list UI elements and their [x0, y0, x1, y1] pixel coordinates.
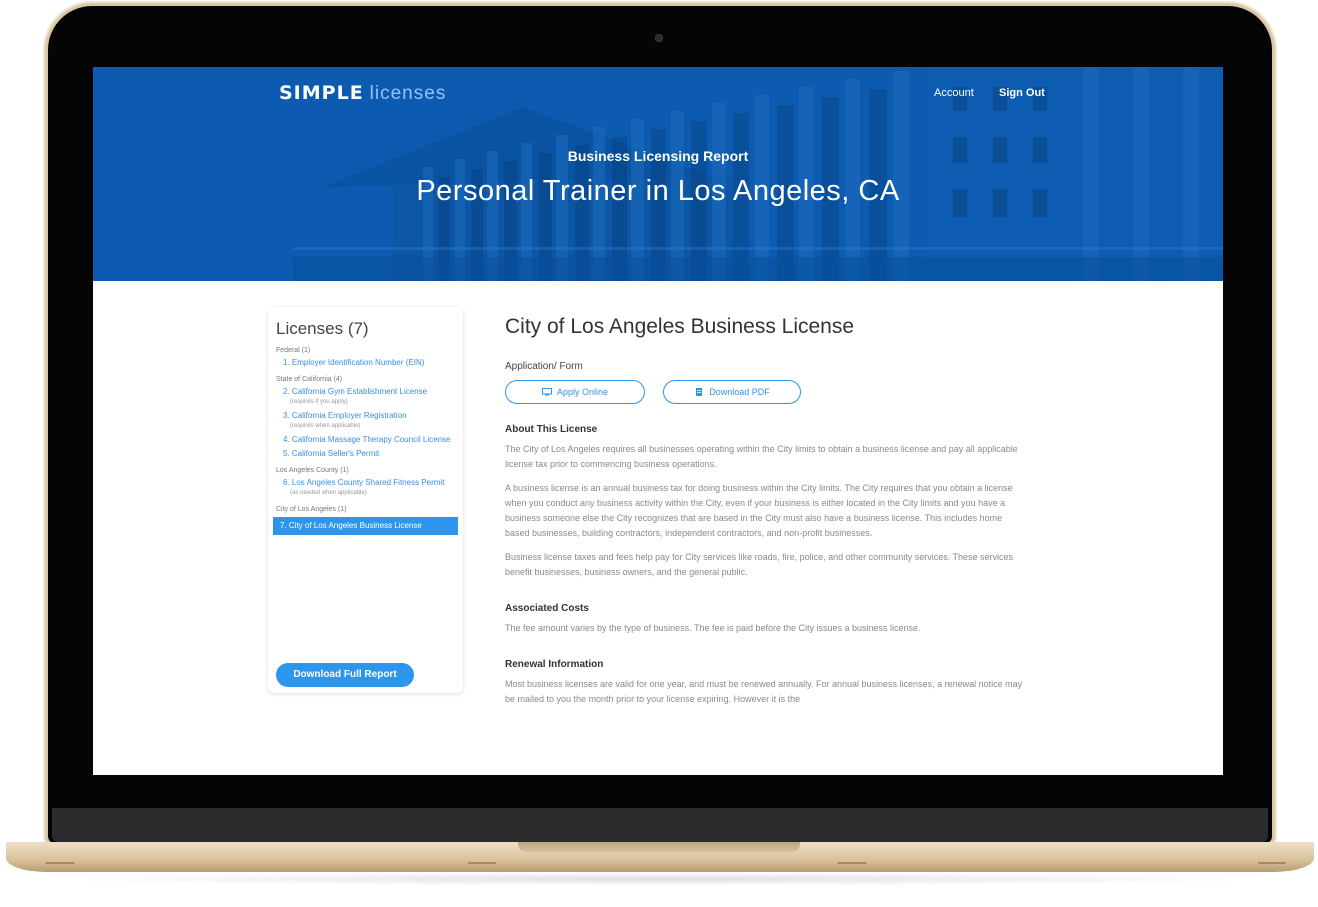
laptop-foot-mid-left [468, 862, 496, 864]
laptop-foot-left [46, 862, 74, 864]
sidebar-group-county: Los Angeles County (1) [276, 467, 349, 474]
about-paragraph-1: The City of Los Angeles requires all bus… [505, 444, 1018, 469]
download-pdf-label: Download PDF [709, 387, 770, 397]
logo-wordmark-light: licenses [369, 83, 447, 104]
monitor-icon [541, 388, 552, 396]
laptop-screen: SIMPLE licenses Account Sign Out Business… [93, 67, 1223, 775]
sidebar-item-ein[interactable]: 1. Employer Identification Number (EIN) [276, 358, 455, 368]
sidebar-item-label: 1. Employer Identification Number (EIN) [283, 358, 425, 367]
download-pdf-button[interactable]: Download PDF [663, 380, 801, 404]
sidebar-item-note: (requires when applicable) [290, 423, 361, 429]
sidebar-item-label: 7. City of Los Angeles Business License [280, 521, 422, 530]
logo-wordmark-bold: SIMPLE [279, 82, 364, 104]
building-background-image [293, 67, 1223, 281]
renewal-paragraph: Most business licenses are valid for one… [505, 679, 1023, 704]
sidebar-item-massage-license[interactable]: 4. California Massage Therapy Council Li… [276, 435, 455, 445]
license-detail: City of Los Angeles Business License App… [505, 315, 1025, 716]
sidebar-item-label: 6. Los Angeles County Shared Fitness Per… [283, 478, 445, 487]
sidebar-item-label: 5. California Seller's Permit [283, 449, 380, 458]
sidebar-item-sellers-permit[interactable]: 5. California Seller's Permit [276, 449, 455, 459]
sidebar-item-note: (requires if you apply) [290, 399, 348, 405]
costs-paragraph: The fee amount varies by the type of bus… [505, 623, 921, 633]
report-subtitle: Business Licensing Report [567, 148, 749, 164]
document-icon [696, 388, 703, 396]
laptop-base-notch [518, 842, 800, 852]
download-full-report-button[interactable]: Download Full Report [276, 663, 414, 687]
simple-licenses-logo[interactable]: SIMPLE licenses [279, 82, 446, 105]
application-form-label: Application/ Form [505, 361, 583, 372]
sidebar-group-state: State of California (4) [276, 376, 343, 383]
about-heading: About This License [505, 424, 598, 435]
floor-shadow [30, 872, 1288, 886]
sidebar-item-label: 3. California Employer Registration [283, 411, 407, 420]
laptop-foot-mid-right [838, 862, 866, 864]
sidebar-item-note: (as needed when applicable) [290, 490, 367, 496]
renewal-heading: Renewal Information [505, 659, 604, 670]
hero-banner: SIMPLE licenses Account Sign Out Business… [93, 67, 1223, 281]
laptop-foot-right [1258, 862, 1286, 864]
sidebar-item-label: 2. California Gym Establishment License [283, 387, 428, 396]
laptop-bezel-bottom [52, 808, 1268, 842]
nav-signout-link[interactable]: Sign Out [999, 87, 1045, 99]
apply-online-button[interactable]: Apply Online [505, 380, 645, 404]
costs-heading: Associated Costs [505, 603, 589, 614]
camera-icon [655, 34, 663, 42]
about-paragraph-2: A business license is an annual business… [505, 483, 1013, 538]
application-buttons: Apply Online Download PDF [505, 380, 1025, 404]
sidebar-group-federal: Federal (1) [276, 347, 311, 354]
license-title: City of Los Angeles Business License [505, 315, 855, 338]
sidebar-item-label: 4. California Massage Therapy Council Li… [283, 435, 451, 444]
sidebar-item-gym-license[interactable]: 2. California Gym Establishment License … [276, 387, 455, 407]
nav-account-link[interactable]: Account [934, 87, 974, 99]
licenses-sidebar: Licenses (7) Federal (1) 1. Employer Ide… [268, 307, 463, 693]
page-title: Personal Trainer in Los Angeles, CA [416, 175, 900, 207]
sidebar-item-fitness-permit[interactable]: 6. Los Angeles County Shared Fitness Per… [276, 478, 455, 498]
sidebar-item-employer-registration[interactable]: 3. California Employer Registration (req… [276, 411, 455, 431]
sidebar-item-city-business-license[interactable]: 7. City of Los Angeles Business License [273, 517, 458, 535]
sidebar-group-city: City of Los Angeles (1) [276, 506, 347, 513]
about-paragraph-3: Business license taxes and fees help pay… [505, 552, 1014, 577]
sidebar-title: Licenses (7) [276, 319, 369, 338]
apply-online-label: Apply Online [556, 387, 609, 397]
